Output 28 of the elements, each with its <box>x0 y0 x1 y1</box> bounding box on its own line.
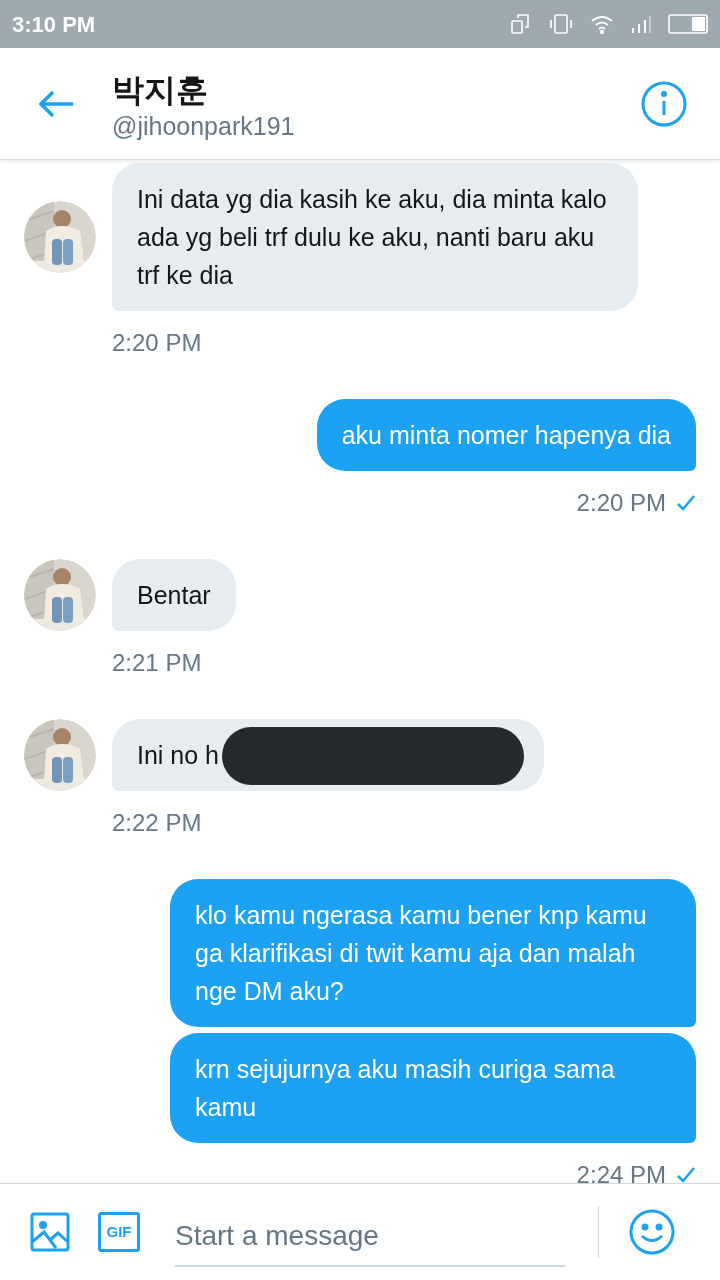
image-button[interactable] <box>30 1212 70 1252</box>
contact-name: 박지훈 <box>112 70 209 110</box>
message-time: 2:22 PM <box>112 808 202 838</box>
contact-handle: @jihoonpark191 <box>112 110 296 142</box>
message-time: 2:20 PM <box>112 328 202 358</box>
signal-icon <box>630 14 652 34</box>
message-bubble: klo kamu ngerasa kamu bener knp kamu ga klarifikasi di twit kamu aja dan malah nge DM aku? <box>170 879 696 1027</box>
wifi-icon <box>590 14 614 34</box>
message-bubble: krn sejujurnya aku masih curiga sama kamu <box>170 1033 696 1143</box>
rotate-icon <box>510 13 532 35</box>
message-time: 2:21 PM <box>112 648 202 678</box>
status-time: 3:10 PM <box>12 10 96 39</box>
gif-button[interactable]: GIF <box>98 1212 140 1252</box>
message-input[interactable]: Start a message <box>175 1207 565 1267</box>
message-time: 2:24 PM <box>576 1160 666 1183</box>
message-bubble: Ini data yg dia kasih ke aku, dia minta kalo ada yg beli trf dulu ke aku, nanti baru aku trf ke dia <box>112 163 638 311</box>
emoji-button[interactable] <box>629 1209 675 1255</box>
message-bubble: Ini no h <box>112 719 544 791</box>
message-time: 2:20 PM <box>576 488 666 518</box>
info-button[interactable] <box>640 79 688 128</box>
info-icon <box>641 80 687 127</box>
message-bubble: Bentar <box>112 559 236 631</box>
image-icon <box>30 1212 70 1252</box>
back-arrow-icon <box>37 88 75 119</box>
message-bubble: aku minta nomer hapenya dia <box>316 399 696 471</box>
vibrate-icon <box>548 13 574 35</box>
smiley-icon <box>629 1209 675 1255</box>
battery-icon <box>668 14 708 34</box>
